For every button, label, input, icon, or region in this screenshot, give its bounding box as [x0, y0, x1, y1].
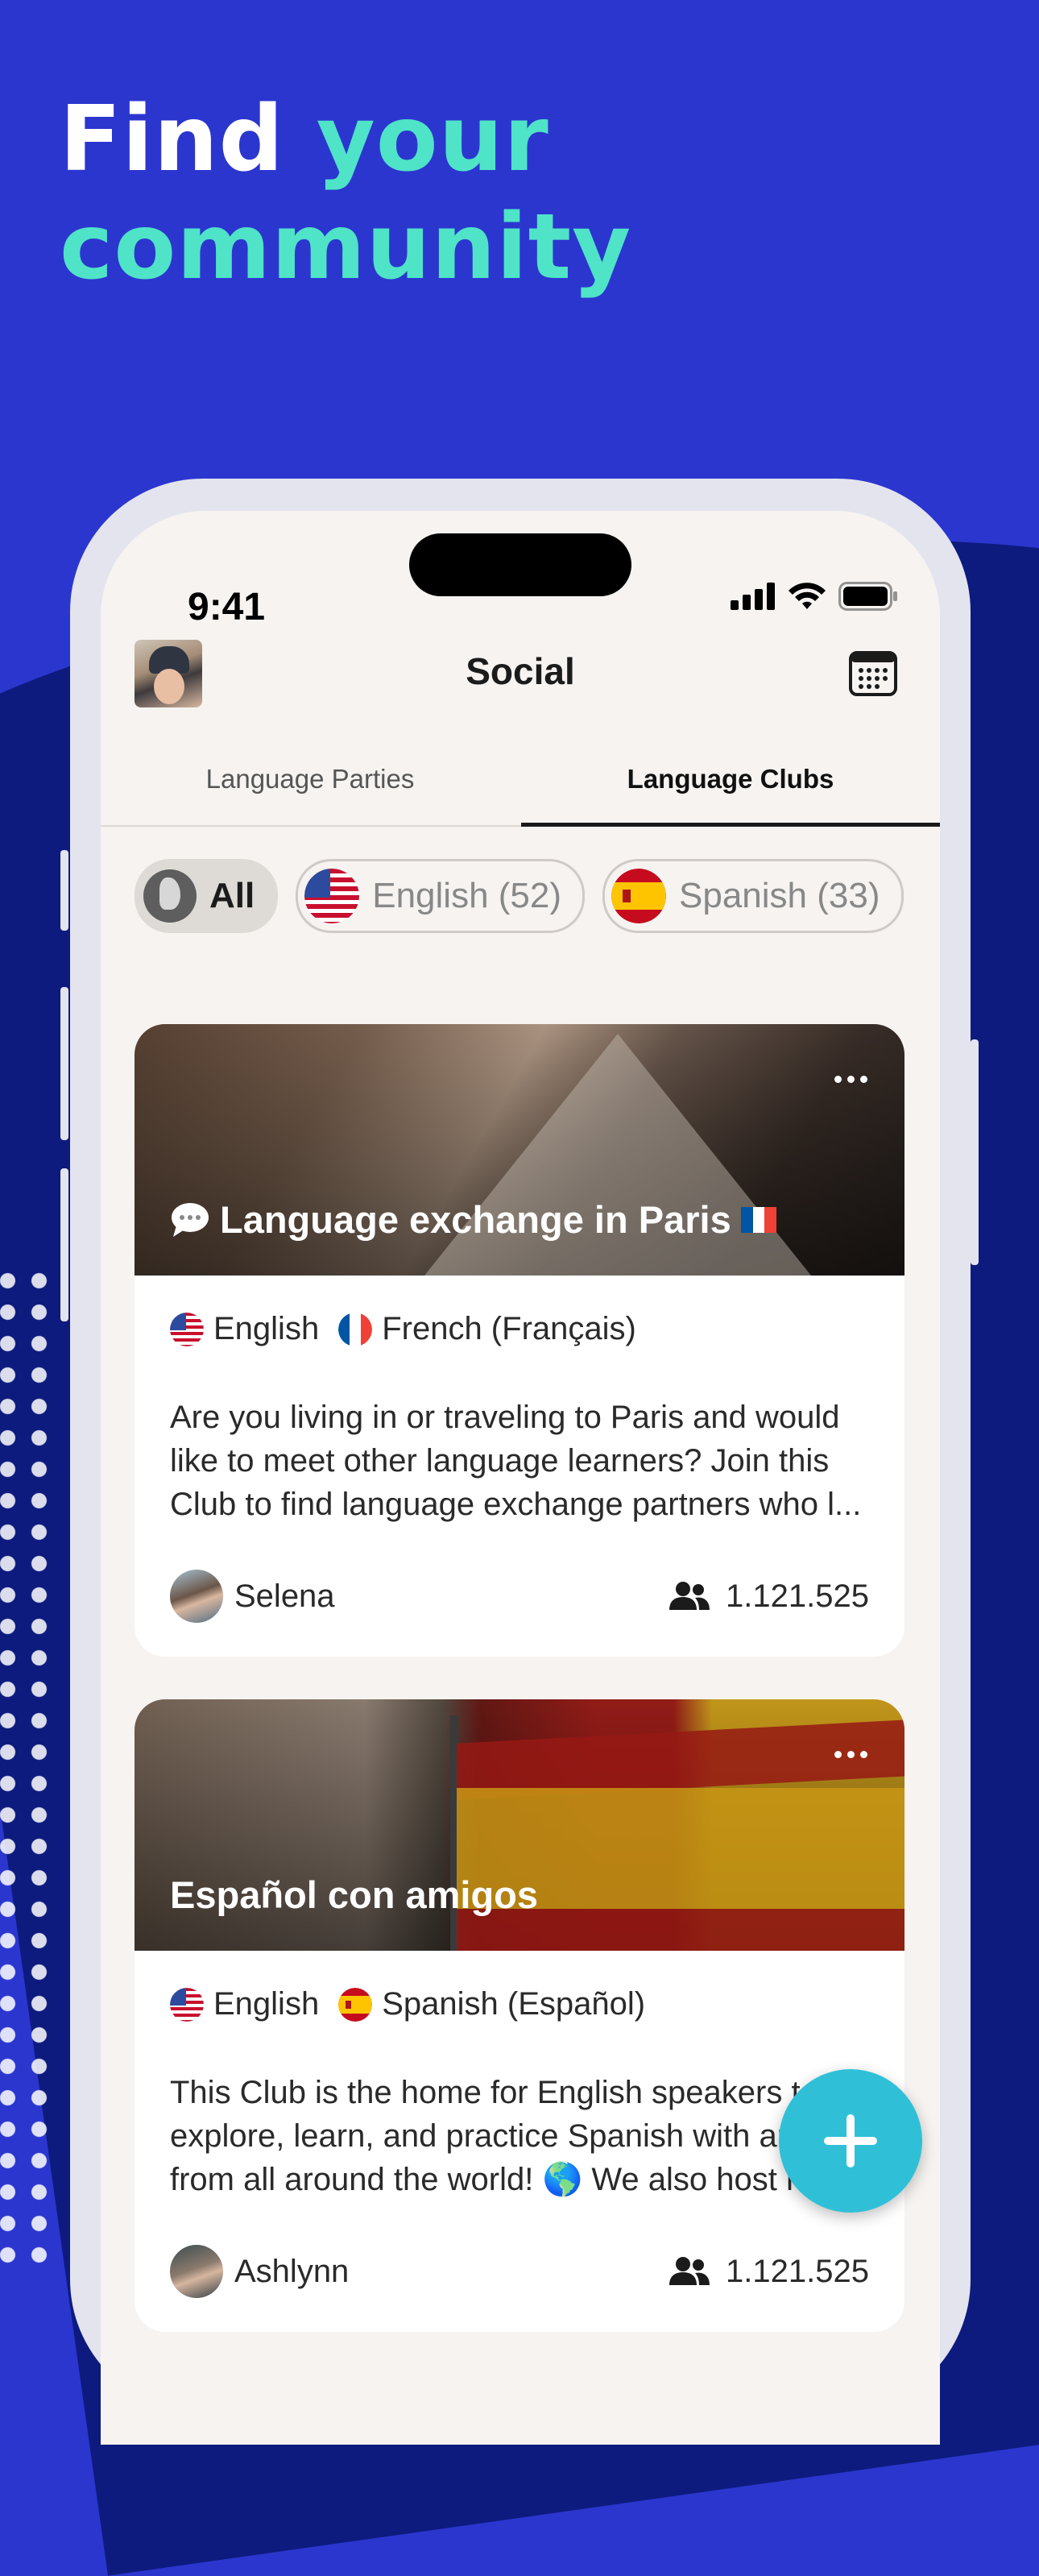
spain-flag-icon: [338, 1987, 373, 2022]
create-club-button[interactable]: [779, 2069, 922, 2213]
spain-flag-icon: [611, 869, 667, 923]
more-options-icon[interactable]: [834, 1076, 867, 1083]
us-flag-icon: [170, 1987, 204, 2022]
phone-volume-up-button: [60, 987, 68, 1140]
tab-language-clubs[interactable]: Language Clubs: [521, 732, 940, 827]
club-cover-image: Language exchange in Paris: [135, 1024, 904, 1276]
language-tag: French (Français): [338, 1311, 636, 1347]
phone-side-button: [60, 850, 68, 931]
more-options-icon[interactable]: [834, 1751, 867, 1758]
club-owner[interactable]: Selena: [170, 1570, 335, 1623]
member-count: 1.121.525: [668, 2254, 869, 2290]
club-languages: English Spanish (Español): [170, 1986, 869, 2022]
filter-chip-label: Spanish (33): [679, 876, 880, 915]
people-icon: [669, 1582, 710, 1610]
globe-icon: [143, 869, 197, 923]
language-label: English: [213, 1311, 320, 1346]
headline-line2-accent: community: [60, 195, 632, 300]
phone-power-button: [971, 1039, 979, 1265]
calendar-icon[interactable]: [848, 648, 898, 698]
status-icons: [731, 582, 898, 611]
filter-chips: All English (52) Spanish (33): [135, 859, 904, 933]
owner-name: Selena: [234, 1578, 335, 1614]
club-description: This Club is the home for English speake…: [170, 2075, 818, 2197]
owner-name: Ashlynn: [234, 2253, 350, 2289]
page-title: Social: [466, 650, 575, 692]
club-cover-image: Español con amigos: [135, 1699, 904, 1951]
dot-pattern: [0, 1265, 56, 2264]
club-footer: Ashlynn 1.121.525: [170, 2245, 869, 2332]
signal-icon: [731, 583, 775, 610]
filter-chip-spanish[interactable]: Spanish (33): [602, 859, 904, 933]
france-flag-icon: [740, 1206, 776, 1233]
plus-icon: [824, 2114, 877, 2167]
filter-chip-label: All: [209, 876, 255, 915]
headline-line1-accent: your: [316, 87, 549, 192]
us-flag-icon: [170, 1312, 204, 1346]
status-time: 9:41: [188, 586, 266, 628]
us-flag-icon: [304, 869, 360, 923]
headline-line1: Find: [60, 87, 317, 192]
club-card-body: English French (Français) Are you living…: [135, 1276, 904, 1657]
people-icon: [669, 2257, 710, 2285]
club-description: Are you living in or traveling to Paris …: [170, 1400, 862, 1522]
avatar: [170, 1570, 223, 1623]
speech-bubble-icon: [172, 1202, 209, 1237]
club-title: Language exchange in Paris: [170, 1197, 776, 1242]
club-languages: English French (Français): [170, 1311, 869, 1347]
tab-bar: Language Parties Language Clubs: [101, 732, 940, 827]
language-tag: English: [170, 1986, 319, 2022]
language-tag: English: [170, 1311, 319, 1347]
filter-chip-english[interactable]: English (52): [296, 859, 586, 933]
club-card[interactable]: Language exchange in Paris English Frenc…: [135, 1024, 904, 1657]
language-label: French (Français): [382, 1311, 636, 1346]
tab-language-parties[interactable]: Language Parties: [101, 732, 520, 825]
filter-chip-label: English (52): [372, 876, 562, 915]
language-label: Spanish (Español): [382, 1986, 646, 2022]
battery-icon: [838, 582, 897, 611]
phone-volume-down-button: [60, 1168, 68, 1321]
club-title-text: Language exchange in Paris: [220, 1198, 731, 1241]
headline: Find your community: [60, 85, 631, 301]
language-tag: Spanish (Español): [338, 1986, 645, 2022]
club-title: Español con amigos: [170, 1873, 538, 1917]
member-count-value: 1.121.525: [726, 2253, 869, 2289]
member-count-value: 1.121.525: [726, 1578, 869, 1614]
language-label: English: [213, 1986, 320, 2022]
club-footer: Selena 1.121.525: [170, 1570, 869, 1657]
filter-chip-all[interactable]: All: [135, 859, 279, 933]
france-flag-icon: [338, 1312, 373, 1346]
wifi-icon: [789, 583, 826, 609]
club-card[interactable]: Español con amigos English Spanish (Espa…: [135, 1699, 904, 2332]
dynamic-island: [409, 533, 631, 596]
member-count: 1.121.525: [668, 1578, 869, 1615]
club-title-text: Español con amigos: [170, 1873, 539, 1916]
